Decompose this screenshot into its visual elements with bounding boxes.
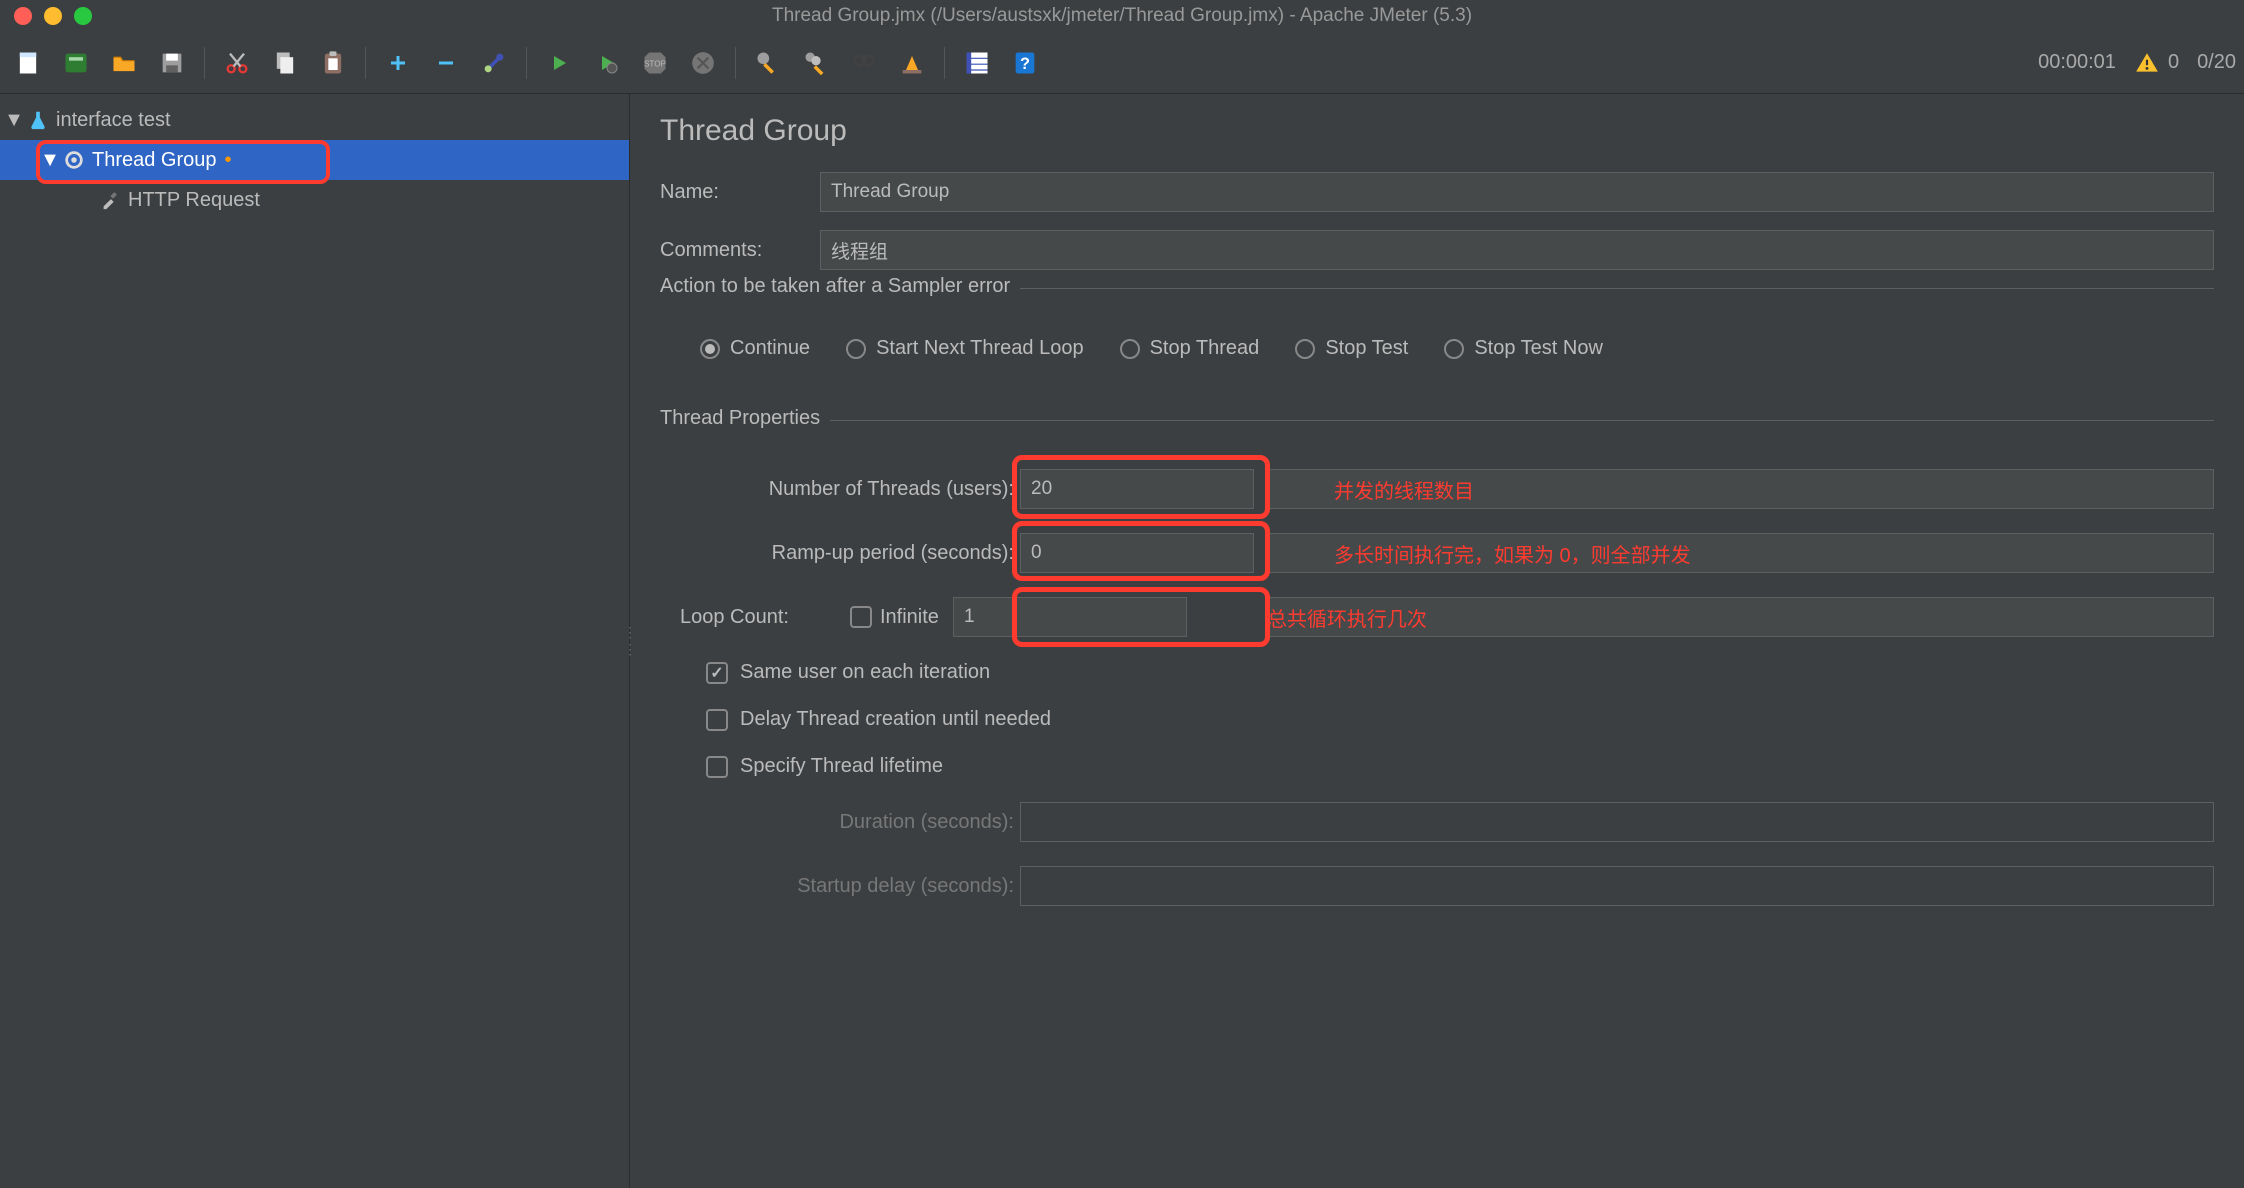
thread-properties-fieldset: Thread Properties Number of Threads (use… [660,420,2214,906]
tree-item-label: Thread Group [88,149,217,172]
sampler-error-fieldset: Action to be taken after a Sampler error… [660,288,2214,380]
cut-button[interactable] [217,43,257,83]
window-maximize-button[interactable] [74,7,92,25]
comments-label: Comments: [660,239,820,262]
open-button[interactable] [104,43,144,83]
start-button[interactable] [539,43,579,83]
editor-panel: Thread Group Name: Comments: Action to b… [630,94,2244,1188]
duration-input [1020,802,2214,842]
caret-down-icon[interactable]: ▼ [4,109,24,132]
clear-all-button[interactable] [796,43,836,83]
sampler-error-legend: Action to be taken after a Sampler error [660,275,1020,298]
tree-item-http-request[interactable]: HTTP Request [0,180,629,220]
reset-search-button[interactable] [892,43,932,83]
remove-button[interactable] [426,43,466,83]
startup-delay-input [1020,866,2214,906]
num-threads-input[interactable] [1020,469,1254,509]
same-user-checkbox[interactable] [706,662,728,684]
function-helper-button[interactable] [957,43,997,83]
flask-icon [24,109,52,131]
modified-indicator: • [225,149,232,172]
window-minimize-button[interactable] [44,7,62,25]
shutdown-button[interactable] [683,43,723,83]
window-close-button[interactable] [14,7,32,25]
start-no-pause-button[interactable] [587,43,627,83]
svg-text:STOP: STOP [644,59,667,68]
radio-continue[interactable]: Continue [700,337,810,360]
tree-item-label: interface test [52,109,171,132]
caret-down-icon[interactable]: ▼ [40,149,60,172]
window-titlebar: Thread Group.jmx (/Users/austsxk/jmeter/… [0,0,2244,32]
rampup-label: Ramp-up period (seconds): [660,542,1020,565]
radio-stop-thread[interactable]: Stop Thread [1120,337,1260,360]
gear-icon [60,149,88,171]
infinite-label: Infinite [880,606,939,629]
name-label: Name: [660,181,820,204]
thread-counter: 0/20 [2197,51,2236,74]
pipette-icon [96,189,124,211]
test-plan-tree[interactable]: ▼ interface test ▼ Thread Group • HTTP R… [0,94,630,1188]
startup-delay-label: Startup delay (seconds): [660,875,1020,898]
add-button[interactable] [378,43,418,83]
tree-item-label: HTTP Request [124,189,260,212]
svg-text:?: ? [1020,54,1030,72]
templates-button[interactable] [56,43,96,83]
window-title: Thread Group.jmx (/Users/austsxk/jmeter/… [772,5,1472,27]
duration-label: Duration (seconds): [660,811,1020,834]
warning-icon [2134,50,2160,76]
delay-creation-checkbox[interactable] [706,709,728,731]
thread-properties-legend: Thread Properties [660,407,830,430]
delay-creation-label: Delay Thread creation until needed [740,708,1051,731]
rampup-input[interactable] [1020,533,1254,573]
help-button[interactable]: ? [1005,43,1045,83]
specify-lifetime-label: Specify Thread lifetime [740,755,943,778]
warning-badge[interactable]: 0 [2134,50,2179,76]
elapsed-timer: 00:00:01 [2038,51,2116,74]
num-threads-label: Number of Threads (users): [660,478,1020,501]
panel-heading: Thread Group [660,114,2214,148]
radio-stop-test-now[interactable]: Stop Test Now [1444,337,1603,360]
radio-start-next[interactable]: Start Next Thread Loop [846,337,1084,360]
save-button[interactable] [152,43,192,83]
radio-stop-test[interactable]: Stop Test [1295,337,1408,360]
annotation-text: 多长时间执行完，如果为 0，则全部并发 [1334,539,1691,568]
annotation-text: 并发的线程数目 [1334,475,1474,504]
tree-item-thread-group[interactable]: ▼ Thread Group • [0,140,629,180]
infinite-checkbox[interactable] [850,606,872,628]
toggle-button[interactable] [474,43,514,83]
loop-count-label: Loop Count: [660,606,850,629]
same-user-label: Same user on each iteration [740,661,990,684]
name-input[interactable] [820,172,2214,212]
new-file-button[interactable] [8,43,48,83]
toolbar: STOP ? 00:00:01 0 0/20 [0,32,2244,94]
loop-count-input[interactable] [953,597,1187,637]
tree-item-test-plan[interactable]: ▼ interface test [0,100,629,140]
search-button[interactable] [844,43,884,83]
specify-lifetime-checkbox[interactable] [706,756,728,778]
clear-button[interactable] [748,43,788,83]
paste-button[interactable] [313,43,353,83]
comments-input[interactable] [820,230,2214,270]
annotation-text: 总共循环执行几次 [1267,603,1427,632]
copy-button[interactable] [265,43,305,83]
stop-button[interactable]: STOP [635,43,675,83]
